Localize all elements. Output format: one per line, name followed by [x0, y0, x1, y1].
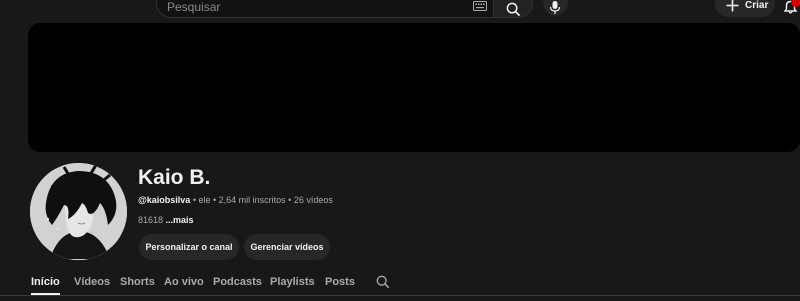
description-text: 81618 [138, 215, 166, 225]
keyboard-icon[interactable] [473, 1, 487, 11]
customize-channel-button[interactable]: Personalizar o canal [139, 234, 239, 260]
more-link[interactable]: ...mais [166, 215, 194, 225]
tab-shorts[interactable]: Shorts [120, 276, 155, 288]
search-icon[interactable] [376, 275, 390, 289]
create-label: Criar [745, 0, 769, 11]
tab-posts[interactable]: Posts [325, 276, 355, 288]
search-button[interactable] [493, 0, 533, 18]
avatar-illustration [30, 163, 127, 260]
channel-banner [28, 23, 800, 152]
avatar[interactable] [30, 163, 127, 260]
channel-meta: @kaiobsilva • ele • 2,64 mil inscritos •… [138, 195, 333, 205]
plus-icon [726, 0, 739, 12]
create-button[interactable]: Criar [715, 0, 775, 17]
meta-separator: • [285, 195, 294, 205]
channel-tabs: Início Vídeos Shorts Ao vivo Podcasts Pl… [0, 270, 800, 301]
tab-podcasts[interactable]: Podcasts [213, 276, 262, 288]
tab-playlists[interactable]: Playlists [270, 276, 315, 288]
channel-description[interactable]: 81618 ...mais [138, 215, 194, 225]
tab-home[interactable]: Início [31, 276, 60, 288]
manage-videos-button[interactable]: Gerenciar vídeos [244, 234, 330, 260]
search-box [156, 0, 493, 18]
video-count: 26 vídeos [293, 195, 333, 205]
tab-live[interactable]: Ao vivo [164, 276, 204, 288]
search-icon [506, 2, 521, 17]
masthead: Criar [0, 0, 800, 20]
channel-handle: @kaiobsilva [138, 195, 191, 205]
notification-badge [791, 0, 800, 7]
subscriber-count: 2,64 mil inscritos [218, 195, 286, 205]
channel-pronoun: • ele • [190, 195, 219, 205]
tabs-divider [0, 295, 800, 296]
channel-name: Kaio B. [138, 166, 211, 189]
voice-search-button[interactable] [543, 0, 568, 16]
tab-videos[interactable]: Vídeos [74, 276, 110, 288]
mic-icon [549, 1, 561, 14]
search-input[interactable] [167, 0, 457, 15]
